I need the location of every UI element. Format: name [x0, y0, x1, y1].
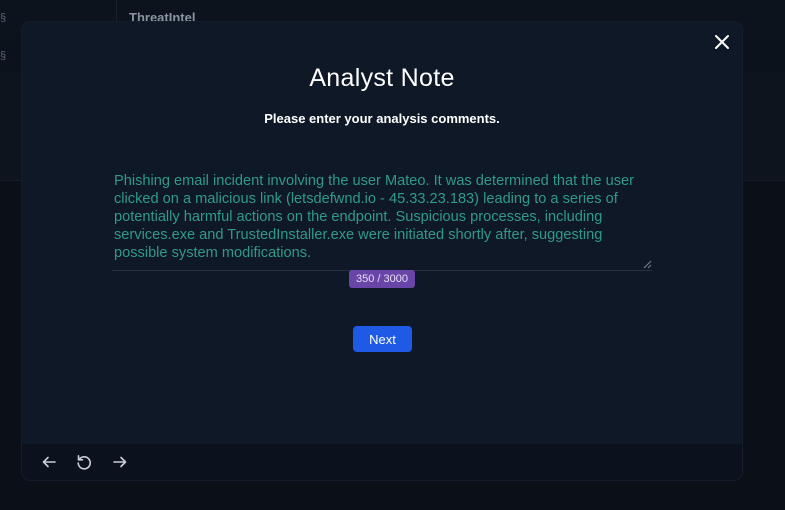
analysis-note-container: Phishing email incident involving the us… [112, 170, 652, 271]
refresh-icon [77, 455, 91, 470]
modal-title: Analyst Note [309, 64, 455, 92]
resize-handle-icon[interactable] [643, 260, 652, 269]
background-left-fragment: § [0, 12, 7, 24]
close-icon [715, 35, 729, 49]
close-button[interactable] [712, 32, 732, 52]
forward-button[interactable] [111, 453, 129, 471]
analyst-note-modal: Analyst Note Please enter your analysis … [22, 22, 742, 480]
reset-button[interactable] [75, 453, 93, 471]
arrow-right-icon [113, 456, 127, 468]
character-count-badge: 350 / 3000 [349, 270, 415, 288]
analysis-note-textarea[interactable]: Phishing email incident involving the us… [112, 170, 652, 270]
modal-footer [22, 444, 742, 480]
next-button[interactable]: Next [353, 326, 412, 352]
modal-subtitle: Please enter your analysis comments. [264, 111, 500, 126]
back-button[interactable] [40, 453, 58, 471]
background-left-fragment-2: § [0, 50, 7, 62]
arrow-left-icon [42, 456, 56, 468]
